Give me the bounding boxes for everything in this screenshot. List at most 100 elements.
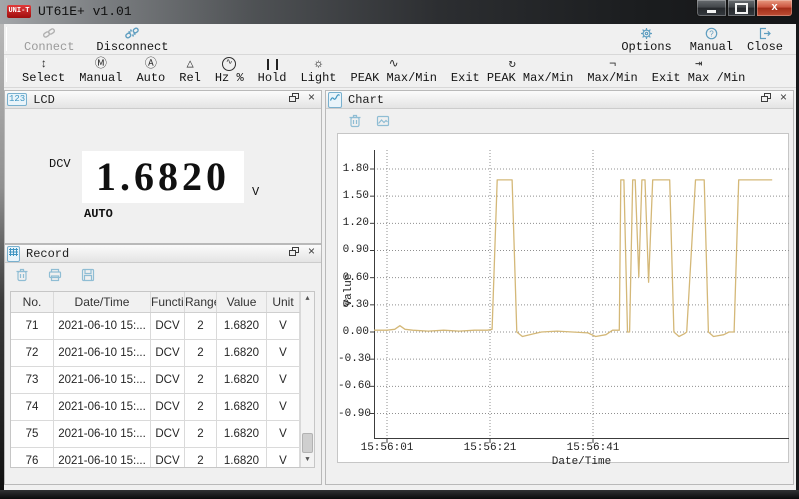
options-button[interactable]: Options — [614, 26, 678, 54]
minimize-icon — [707, 10, 716, 13]
table-cell: 74 — [11, 394, 54, 420]
table-row[interactable]: 752021-06-10 15:...DCV21.6820V — [11, 421, 314, 448]
close-app-button[interactable]: Close — [740, 26, 790, 54]
y-tick-label: -0.90 — [338, 407, 369, 421]
lcd-auto-label: AUTO — [84, 207, 113, 221]
x-tick-label: 15:56:41 — [563, 442, 623, 454]
window-border-bottom — [0, 490, 799, 499]
record-table: No.Date/TimeFunctionRangeValueUnit 71202… — [10, 291, 315, 468]
scroll-up-icon[interactable]: ▲ — [301, 292, 314, 306]
manual-button[interactable]: ? Manual — [683, 26, 740, 54]
chart-line-icon — [328, 92, 342, 108]
question-circle-icon: ? — [705, 26, 718, 40]
disconnect-button[interactable]: Disconnect — [89, 26, 175, 54]
table-cell: 2021-06-10 15:... — [54, 313, 151, 339]
y-tick-label: 1.80 — [338, 162, 369, 176]
broken-link-icon — [125, 26, 139, 40]
auto-range-button[interactable]: Ⓐ Auto — [129, 57, 172, 85]
export-image-icon[interactable] — [376, 114, 390, 128]
clear-chart-icon[interactable] — [348, 114, 362, 128]
window-titlebar[interactable]: UNI-T UT61E+ v1.01 x — [0, 0, 799, 24]
column-header[interactable]: Value — [217, 292, 267, 312]
plot-canvas[interactable] — [374, 150, 789, 439]
exit-maxmin-button[interactable]: ⇥ Exit Max /Min — [645, 57, 753, 85]
x-tick-label: 15:56:01 — [357, 442, 417, 454]
manual-range-button[interactable]: Ⓜ Manual — [72, 57, 129, 85]
chart-panel-title: Chart — [348, 93, 384, 107]
table-cell: 1.6820 — [217, 448, 267, 468]
table-cell: 2 — [185, 367, 217, 393]
table-cell: DCV — [151, 448, 185, 468]
minimize-button[interactable] — [696, 0, 727, 17]
circle-arrow-out-icon: ↻ — [509, 57, 516, 71]
lcd-value: 1.6820 — [82, 151, 244, 203]
float-panel-icon[interactable] — [288, 246, 299, 258]
table-cell: DCV — [151, 394, 185, 420]
table-cell: 2 — [185, 313, 217, 339]
hold-button[interactable]: Hold — [251, 57, 294, 85]
table-cell: DCV — [151, 313, 185, 339]
main-toolbar: Connect Disconnect Options ? Manual — [0, 24, 796, 55]
float-panel-icon[interactable] — [288, 92, 299, 104]
table-cell: 1.6820 — [217, 421, 267, 447]
lcd-panel-header[interactable]: 123 LCD × — [5, 91, 321, 109]
window-controls: x — [696, 0, 793, 17]
light-button[interactable]: ☼ Light — [293, 57, 343, 85]
connect-button[interactable]: Connect — [17, 26, 81, 54]
close-panel-icon[interactable]: × — [306, 246, 317, 258]
table-row[interactable]: 712021-06-10 15:...DCV21.6820V — [11, 313, 314, 340]
corner-arrow-icon: ⌐ — [609, 57, 616, 71]
link-icon — [42, 26, 56, 40]
table-cell: 72 — [11, 340, 54, 366]
rel-button[interactable]: △ Rel — [172, 57, 208, 85]
column-header[interactable]: Range — [185, 292, 217, 312]
y-tick-label: -0.60 — [338, 379, 369, 393]
table-cell: 75 — [11, 421, 54, 447]
table-cell: V — [267, 313, 300, 339]
select-button[interactable]: ↕ Select — [15, 57, 72, 85]
column-header[interactable]: No. — [11, 292, 54, 312]
table-row[interactable]: 722021-06-10 15:...DCV21.6820V — [11, 340, 314, 367]
app-logo: UNI-T — [7, 5, 31, 18]
close-window-button[interactable]: x — [756, 0, 793, 17]
table-cell: 2021-06-10 15:... — [54, 421, 151, 447]
scroll-down-icon[interactable]: ▼ — [301, 453, 314, 467]
column-header[interactable]: Unit — [267, 292, 300, 312]
record-panel-header[interactable]: Record × — [5, 245, 321, 263]
table-row[interactable]: 732021-06-10 15:...DCV21.6820V — [11, 367, 314, 394]
scrollbar-thumb[interactable] — [302, 433, 313, 453]
float-panel-icon[interactable] — [760, 92, 771, 104]
table-cell: 1.6820 — [217, 340, 267, 366]
table-cell: 2 — [185, 340, 217, 366]
table-scrollbar[interactable]: ▲ ▼ — [300, 292, 314, 467]
close-panel-icon[interactable]: × — [306, 92, 317, 104]
exit-peak-maxmin-button[interactable]: ↻ Exit PEAK Max/Min — [444, 57, 580, 85]
chart-panel-header[interactable]: Chart × — [326, 91, 793, 109]
circle-a-icon: Ⓐ — [145, 57, 157, 71]
table-cell: V — [267, 448, 300, 468]
hz-percent-button[interactable]: ∿ Hz % — [208, 57, 251, 85]
save-records-icon[interactable] — [81, 268, 95, 282]
y-tick-label: 1.20 — [338, 216, 369, 230]
y-tick-label: 1.50 — [338, 189, 369, 203]
meter-toolbar: ↕ Select Ⓜ Manual Ⓐ Auto △ Rel ∿ Hz % Ho… — [0, 55, 796, 88]
maxmin-button[interactable]: ⌐ Max/Min — [580, 57, 644, 85]
peak-maxmin-button[interactable]: ∿ PEAK Max/Min — [344, 57, 444, 85]
table-cell: 2 — [185, 394, 217, 420]
table-cell: 1.6820 — [217, 367, 267, 393]
maximize-button[interactable] — [727, 0, 756, 17]
column-header[interactable]: Function — [151, 292, 185, 312]
table-row[interactable]: 762021-06-10 15:...DCV21.6820V — [11, 448, 314, 468]
table-cell: 2 — [185, 448, 217, 468]
table-cell: 2021-06-10 15:... — [54, 367, 151, 393]
print-records-icon[interactable] — [48, 268, 62, 282]
table-cell: 76 — [11, 448, 54, 468]
table-row[interactable]: 742021-06-10 15:...DCV21.6820V — [11, 394, 314, 421]
column-header[interactable]: Date/Time — [54, 292, 151, 312]
close-panel-icon[interactable]: × — [778, 92, 789, 104]
pause-icon — [267, 57, 278, 71]
chart-toolbar — [348, 114, 390, 128]
delete-records-icon[interactable] — [15, 268, 29, 282]
maximize-icon — [735, 3, 748, 14]
table-cell: 2 — [185, 421, 217, 447]
